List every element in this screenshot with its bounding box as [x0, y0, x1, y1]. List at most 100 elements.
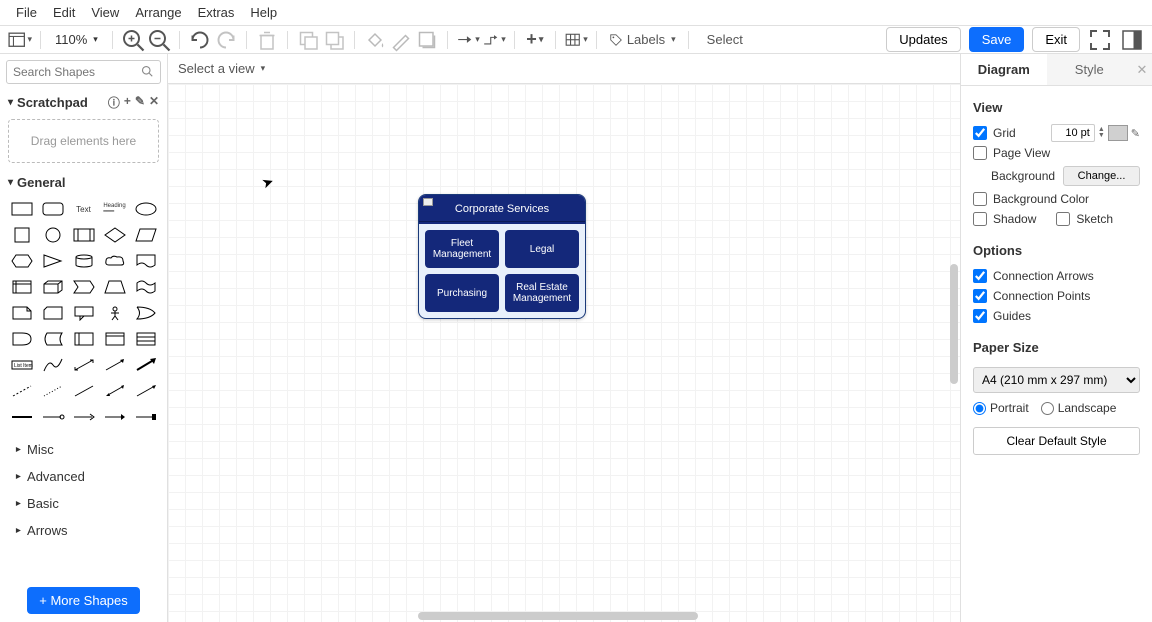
landscape-radio-row[interactable]: Landscape: [1041, 401, 1117, 415]
menu-edit[interactable]: Edit: [45, 1, 83, 24]
shape-parallelogram[interactable]: [132, 224, 159, 246]
shape-directional-connector[interactable]: [132, 380, 159, 402]
view-select-dropdown[interactable]: Select a view ▾: [178, 61, 265, 76]
shape-document[interactable]: [132, 250, 159, 272]
shape-heading[interactable]: Heading━━━: [101, 198, 128, 220]
shadow-button[interactable]: [415, 28, 439, 52]
arrows-section-header[interactable]: ▾Arrows: [8, 517, 159, 544]
shape-trapezoid[interactable]: [101, 276, 128, 298]
shape-square[interactable]: [8, 224, 35, 246]
shadow-checkbox-row[interactable]: Shadow: [973, 209, 1036, 229]
connection-dropdown[interactable]: ▾: [456, 28, 480, 52]
shape-container-h[interactable]: [70, 328, 97, 350]
shape-hexagon[interactable]: [8, 250, 35, 272]
misc-section-header[interactable]: ▾Misc: [8, 436, 159, 463]
clear-default-style-button[interactable]: Clear Default Style: [973, 427, 1140, 455]
child-node-real-estate[interactable]: Real Estate Management: [505, 274, 579, 312]
background-color-checkbox-row[interactable]: Background Color: [973, 189, 1140, 209]
fill-button[interactable]: [363, 28, 387, 52]
shape-rectangle[interactable]: [8, 198, 35, 220]
child-node-legal[interactable]: Legal: [505, 230, 579, 268]
waypoints-dropdown[interactable]: ▾: [482, 28, 506, 52]
search-icon[interactable]: [141, 65, 153, 80]
menu-help[interactable]: Help: [242, 1, 285, 24]
shape-connector-4[interactable]: [132, 406, 159, 428]
delete-button[interactable]: [255, 28, 279, 52]
shape-rounded-rectangle[interactable]: [39, 198, 66, 220]
shape-tape[interactable]: [132, 276, 159, 298]
shape-connector-2[interactable]: [70, 406, 97, 428]
menu-view[interactable]: View: [83, 1, 127, 24]
node-header[interactable]: Corporate Services: [419, 195, 585, 222]
portrait-radio[interactable]: [973, 402, 986, 415]
add-dropdown[interactable]: +▾: [523, 28, 547, 52]
table-dropdown[interactable]: ▾: [564, 28, 588, 52]
shape-bidirectional-arrow[interactable]: [70, 354, 97, 376]
sketch-checkbox-row[interactable]: Sketch: [1056, 209, 1113, 229]
to-front-button[interactable]: [296, 28, 320, 52]
diagram-container-node[interactable]: Corporate Services Fleet Management Lega…: [418, 194, 586, 319]
shape-bidir-connector[interactable]: [101, 380, 128, 402]
portrait-radio-row[interactable]: Portrait: [973, 401, 1029, 415]
tab-diagram[interactable]: Diagram: [961, 54, 1047, 85]
shape-note[interactable]: [8, 302, 35, 324]
general-section-header[interactable]: ▾ General: [0, 171, 167, 194]
shape-text[interactable]: Text: [70, 198, 97, 220]
shape-diamond[interactable]: [101, 224, 128, 246]
sketch-checkbox[interactable]: [1056, 212, 1070, 226]
connection-points-checkbox-row[interactable]: Connection Points: [973, 286, 1140, 306]
menu-file[interactable]: File: [8, 1, 45, 24]
to-back-button[interactable]: [322, 28, 346, 52]
scratchpad-dropzone[interactable]: Drag elements here: [8, 119, 159, 163]
close-icon[interactable]: ✕: [149, 94, 159, 111]
guides-checkbox[interactable]: [973, 309, 987, 323]
shape-arrow[interactable]: [101, 354, 128, 376]
exit-button[interactable]: Exit: [1032, 27, 1080, 52]
shape-or[interactable]: [132, 302, 159, 324]
more-shapes-button[interactable]: + More Shapes: [27, 587, 140, 614]
basic-section-header[interactable]: ▾Basic: [8, 490, 159, 517]
updates-button[interactable]: Updates: [886, 27, 960, 52]
grid-color-swatch[interactable]: [1108, 125, 1128, 141]
shape-callout[interactable]: [70, 302, 97, 324]
save-button[interactable]: Save: [969, 27, 1025, 52]
shape-cube[interactable]: [39, 276, 66, 298]
shape-link[interactable]: [8, 406, 35, 428]
edit-icon[interactable]: ✎: [135, 94, 145, 111]
stroke-button[interactable]: [389, 28, 413, 52]
shape-internal-storage[interactable]: [8, 276, 35, 298]
undo-button[interactable]: [188, 28, 212, 52]
connection-arrows-checkbox-row[interactable]: Connection Arrows: [973, 266, 1140, 286]
tab-style[interactable]: Style: [1047, 54, 1133, 85]
shape-actor[interactable]: [101, 302, 128, 324]
zoom-out-button[interactable]: [147, 28, 171, 52]
shape-dotted-line[interactable]: [39, 380, 66, 402]
shape-cloud[interactable]: [101, 250, 128, 272]
horizontal-scrollbar[interactable]: [418, 612, 698, 620]
vertical-scrollbar[interactable]: [950, 264, 958, 384]
search-shapes-input[interactable]: [6, 60, 161, 84]
guides-checkbox-row[interactable]: Guides: [973, 306, 1140, 326]
paper-size-select[interactable]: A4 (210 mm x 297 mm): [973, 367, 1140, 393]
zoom-in-button[interactable]: [121, 28, 145, 52]
grid-size-input[interactable]: [1051, 124, 1095, 142]
grid-checkbox-row[interactable]: Grid: [973, 123, 1016, 143]
shape-data-storage[interactable]: [39, 328, 66, 350]
connection-arrows-checkbox[interactable]: [973, 269, 987, 283]
child-node-fleet-management[interactable]: Fleet Management: [425, 230, 499, 268]
menu-extras[interactable]: Extras: [190, 1, 243, 24]
zoom-dropdown[interactable]: 110% ▾: [49, 32, 104, 47]
connection-points-checkbox[interactable]: [973, 289, 987, 303]
add-icon[interactable]: +: [124, 94, 131, 111]
menu-arrange[interactable]: Arrange: [127, 1, 189, 24]
landscape-radio[interactable]: [1041, 402, 1054, 415]
shape-line[interactable]: [70, 380, 97, 402]
shape-list-item[interactable]: List Item: [8, 354, 35, 376]
redo-button[interactable]: [214, 28, 238, 52]
scratchpad-section-header[interactable]: ▾ Scratchpad ⓘ + ✎ ✕: [0, 90, 167, 115]
shape-cylinder[interactable]: [70, 250, 97, 272]
page-view-checkbox[interactable]: [973, 146, 987, 160]
advanced-section-header[interactable]: ▾Advanced: [8, 463, 159, 490]
select-tool-label[interactable]: Select: [697, 32, 743, 47]
child-node-purchasing[interactable]: Purchasing: [425, 274, 499, 312]
